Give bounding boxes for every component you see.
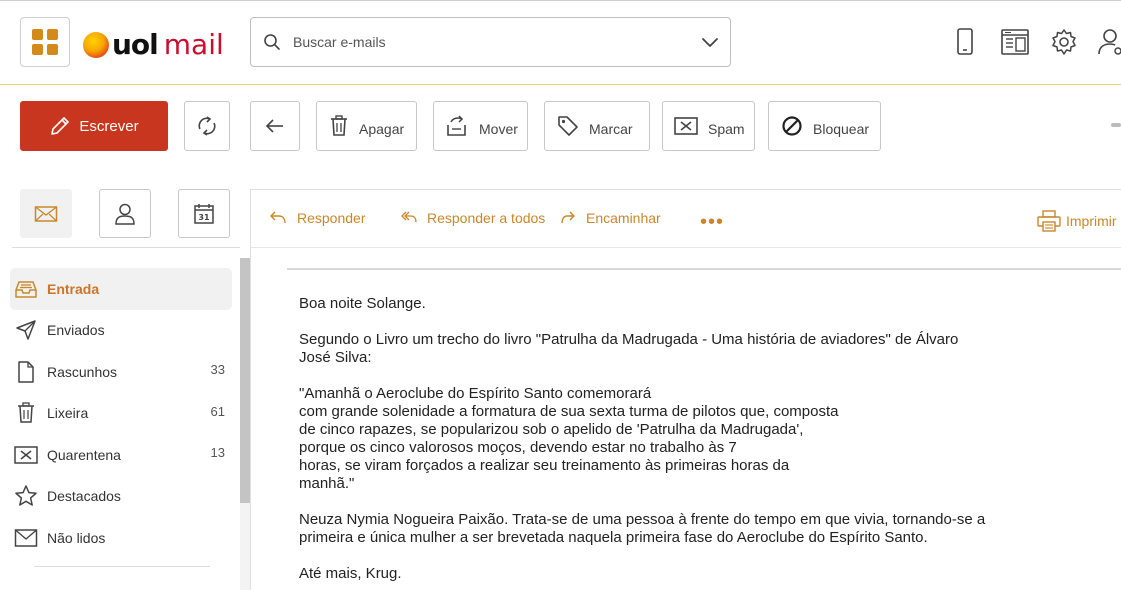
message-paragraph: "Amanhã o Aeroclube do Espírito Santo co… <box>299 385 839 492</box>
block-button[interactable]: Bloquear <box>768 101 881 151</box>
refresh-icon <box>198 116 216 136</box>
message-actions-bar: Responder Responder a todos Encaminhar •… <box>251 190 1121 248</box>
print-button[interactable]: Imprimir <box>1037 210 1117 232</box>
folder-label: Destacados <box>47 488 121 505</box>
reply-all-button[interactable]: Responder a todos <box>401 210 545 226</box>
sidebar-scrollbar[interactable] <box>240 258 250 590</box>
spam-button-label: Spam <box>708 121 745 137</box>
layout-icon[interactable] <box>1001 27 1029 57</box>
trash-icon <box>14 401 38 425</box>
folder-list: Entrada Enviados Rascunhos 33 Lixeira 61… <box>10 268 232 559</box>
reply-all-label: Responder a todos <box>427 210 546 226</box>
sidebar-item-lixeira[interactable]: Lixeira 61 <box>10 393 232 435</box>
delete-button-label: Apagar <box>359 121 405 137</box>
uol-mail-logo[interactable]: uol mail <box>83 31 224 59</box>
reply-button[interactable]: Responder <box>269 210 366 226</box>
forward-button[interactable]: Encaminhar <box>560 210 661 226</box>
reply-label: Responder <box>297 210 366 226</box>
message-body: Boa noite Solange. Segundo o Livro um tr… <box>299 295 1059 590</box>
reply-icon <box>270 211 286 224</box>
send-icon <box>14 318 38 342</box>
sidebar-item-destacados[interactable]: Destacados <box>10 476 232 518</box>
folder-label: Rascunhos <box>47 363 118 380</box>
search-input[interactable]: Buscar e-mails <box>293 34 386 50</box>
sidebar-item-nao-lidos[interactable]: Não lidos <box>10 517 232 559</box>
back-button[interactable] <box>250 101 300 151</box>
write-button[interactable]: Escrever <box>20 101 168 151</box>
forward-icon <box>561 211 575 224</box>
sidebar-item-enviados[interactable]: Enviados <box>10 310 232 352</box>
spam-button[interactable]: Spam <box>662 101 755 151</box>
message-paragraph: Neuza Nymia Nogueira Paixão. Trata-se de… <box>299 511 986 546</box>
folder-count: 33 <box>210 362 225 377</box>
move-button-label: Mover <box>479 121 518 137</box>
envelope-icon <box>14 526 38 550</box>
message-paragraph: Até mais, Krug. <box>299 565 402 582</box>
sidebar-item-entrada[interactable]: Entrada <box>10 268 232 310</box>
tag-button[interactable]: Marcar <box>544 101 650 151</box>
tab-mail[interactable] <box>20 189 72 238</box>
tab-contacts[interactable] <box>99 189 151 238</box>
chevron-down-icon[interactable] <box>700 32 720 52</box>
message-paragraph: Boa noite Solange. <box>299 295 426 312</box>
folder-count: 13 <box>210 445 225 460</box>
forward-label: Encaminhar <box>586 210 661 226</box>
tag-button-label: Marcar <box>589 121 633 137</box>
message-paragraph: Segundo o Livro um trecho do livro "Patr… <box>299 331 959 366</box>
user-icon <box>115 203 135 225</box>
printer-icon <box>1037 210 1061 232</box>
mobile-icon[interactable] <box>951 27 979 57</box>
search-icon <box>264 34 280 50</box>
sidebar-item-quarentena[interactable]: Quarentena 13 <box>10 434 232 476</box>
app-header: uol mail Buscar e-mails <box>0 0 1121 85</box>
message-pane: Responder Responder a todos Encaminhar •… <box>250 189 1121 590</box>
calendar-icon: 31 <box>194 203 214 224</box>
print-label: Imprimir <box>1066 213 1117 229</box>
message-header-divider <box>287 268 1121 270</box>
folder-label: Não lidos <box>47 529 106 546</box>
user-settings-icon[interactable] <box>1097 27 1121 57</box>
mail-icon <box>34 205 58 222</box>
svg-text:31: 31 <box>198 213 210 222</box>
tab-calendar[interactable]: 31 <box>178 189 230 238</box>
reply-all-icon <box>401 211 417 223</box>
block-icon <box>782 116 802 136</box>
sidebar-item-rascunhos[interactable]: Rascunhos 33 <box>10 351 232 393</box>
move-folder-icon <box>447 115 466 136</box>
star-icon <box>14 484 38 508</box>
move-button[interactable]: Mover <box>433 101 528 151</box>
trash-icon <box>331 115 347 136</box>
draft-icon <box>14 360 38 384</box>
sidebar-scrollbar-thumb[interactable] <box>240 258 250 503</box>
delete-button[interactable]: Apagar <box>316 101 417 151</box>
block-button-label: Bloquear <box>813 121 870 137</box>
pencil-icon <box>51 117 70 135</box>
quarantine-icon <box>14 443 38 467</box>
more-actions-button[interactable]: ••• <box>700 211 724 234</box>
folder-label: Enviados <box>47 322 105 339</box>
folder-label: Entrada <box>47 280 100 297</box>
write-button-label: Escrever <box>79 117 139 135</box>
logo-mail-text: mail <box>163 28 224 61</box>
sidebar-bottom-divider <box>34 566 210 567</box>
apps-button[interactable] <box>20 17 70 67</box>
inbox-icon <box>14 277 38 301</box>
arrow-left-icon <box>265 119 283 133</box>
refresh-button[interactable] <box>184 101 230 151</box>
search-box[interactable]: Buscar e-mails <box>250 17 731 67</box>
sidebar-divider <box>12 247 240 248</box>
spam-icon <box>674 117 698 135</box>
gear-icon[interactable] <box>1050 27 1078 57</box>
uol-logo-ball-icon <box>83 32 109 58</box>
folder-count: 61 <box>210 403 225 419</box>
folder-label: Quarentena <box>47 446 121 463</box>
folder-label: Lixeira <box>47 405 89 422</box>
logo-uol-text: uol <box>112 28 159 61</box>
tag-icon <box>558 116 578 136</box>
toolbar-overflow-handle <box>1111 123 1121 127</box>
apps-grid-icon <box>32 29 58 55</box>
